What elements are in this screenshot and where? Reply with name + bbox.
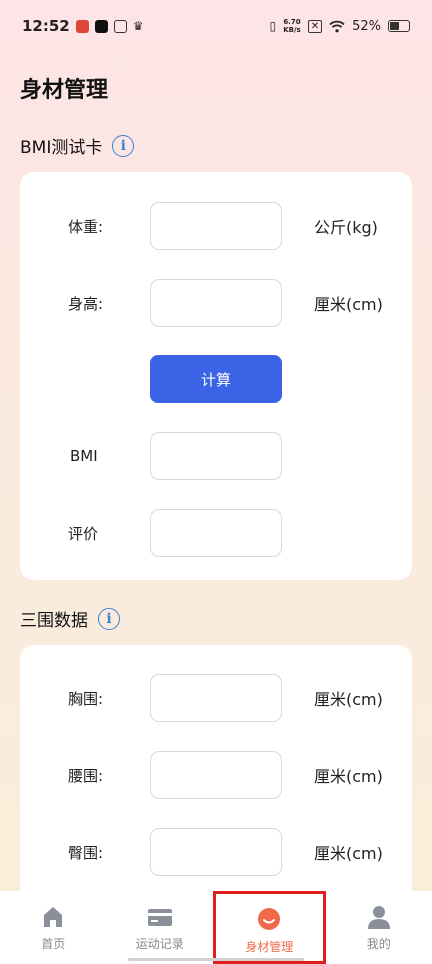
status-left: 12:52 ♛	[22, 17, 144, 35]
sim-off-icon: ✕	[307, 19, 323, 33]
hip-unit: 厘米(cm)	[314, 844, 383, 863]
wifi-icon	[329, 20, 345, 32]
home-icon	[44, 907, 63, 927]
calculate-button[interactable]: 计算	[150, 355, 282, 403]
battery-icon	[388, 20, 410, 32]
nav-label-records: 运动记录	[135, 937, 184, 951]
hip-input[interactable]	[150, 828, 282, 876]
status-bar: 12:52 ♛ ▯ 6.70 KB/s ✕ 52%	[0, 0, 432, 52]
page-title: 身材管理	[20, 78, 109, 103]
evaluation-field[interactable]	[150, 509, 282, 557]
height-input[interactable]	[150, 279, 282, 327]
chest-input[interactable]	[150, 674, 282, 722]
crown-icon: ♛	[132, 19, 144, 33]
user-icon	[367, 906, 390, 929]
evaluation-label: 评价	[68, 524, 99, 543]
nav-item-body[interactable]: 身材管理	[213, 891, 326, 964]
chest-unit: 厘米(cm)	[314, 690, 383, 709]
height-unit: 厘米(cm)	[314, 295, 383, 314]
nav-label-home: 首页	[41, 937, 66, 951]
app-notification-icon	[75, 19, 89, 33]
battery-percent: 52%	[352, 18, 381, 34]
chest-row: 胸围: 厘米(cm)	[20, 674, 412, 722]
measure-info-icon[interactable]: i	[98, 607, 120, 630]
vibrate-icon: ▯	[269, 19, 277, 33]
waist-row: 腰围: 厘米(cm)	[20, 751, 412, 799]
measure-section-title: 三围数据 i	[20, 606, 120, 631]
net-speed-value: 6.70	[283, 18, 301, 26]
nav-label-body: 身材管理	[245, 940, 294, 954]
battery-fill	[390, 22, 399, 30]
status-right: ▯ 6.70 KB/s ✕ 52%	[270, 18, 410, 34]
measure-section-title-text: 三围数据	[20, 611, 88, 631]
smile-bubble-icon	[258, 908, 281, 930]
net-speed: 6.70 KB/s	[283, 18, 300, 34]
net-speed-unit: KB/s	[283, 26, 301, 34]
measure-card: 胸围: 厘米(cm) 腰围: 厘米(cm) 臀围: 厘米(cm)	[20, 645, 412, 905]
hip-label: 臀围:	[68, 843, 104, 862]
weight-row: 体重: 公斤(kg)	[20, 202, 412, 250]
nav-label-mine: 我的	[366, 937, 391, 951]
bmi-result-field[interactable]	[150, 432, 282, 480]
tiktok-icon	[94, 19, 108, 33]
nav-item-records[interactable]: 运动记录	[107, 891, 214, 964]
nav-item-mine[interactable]: 我的	[326, 891, 432, 964]
hip-row: 臀围: 厘米(cm)	[20, 828, 412, 876]
weight-input[interactable]	[150, 202, 282, 250]
bottom-nav: 首页 运动记录 身材管理 我的	[0, 891, 432, 964]
weight-label: 体重:	[68, 217, 104, 236]
nav-item-home[interactable]: 首页	[0, 891, 107, 964]
bmi-info-icon[interactable]: i	[112, 134, 135, 157]
bmi-section-title-text: BMI测试卡	[20, 138, 103, 158]
bmi-result-row: BMI	[20, 432, 412, 480]
waist-unit: 厘米(cm)	[314, 767, 383, 786]
evaluation-row: 评价	[20, 509, 412, 557]
home-indicator	[128, 958, 304, 961]
height-row: 身高: 厘米(cm)	[20, 279, 412, 327]
bmi-card: 体重: 公斤(kg) 身高: 厘米(cm) 计算 BMI 评价	[20, 172, 412, 580]
chest-label: 胸围:	[68, 689, 104, 708]
height-label: 身高:	[68, 294, 104, 313]
bmi-result-label: BMI	[70, 447, 98, 465]
waist-input[interactable]	[150, 751, 282, 799]
inbox-icon	[113, 19, 127, 33]
weight-unit: 公斤(kg)	[314, 218, 378, 237]
card-icon	[147, 909, 172, 926]
status-time: 12:52	[22, 17, 70, 35]
waist-label: 腰围:	[68, 766, 104, 785]
bmi-section-title: BMI测试卡 i	[20, 133, 135, 158]
